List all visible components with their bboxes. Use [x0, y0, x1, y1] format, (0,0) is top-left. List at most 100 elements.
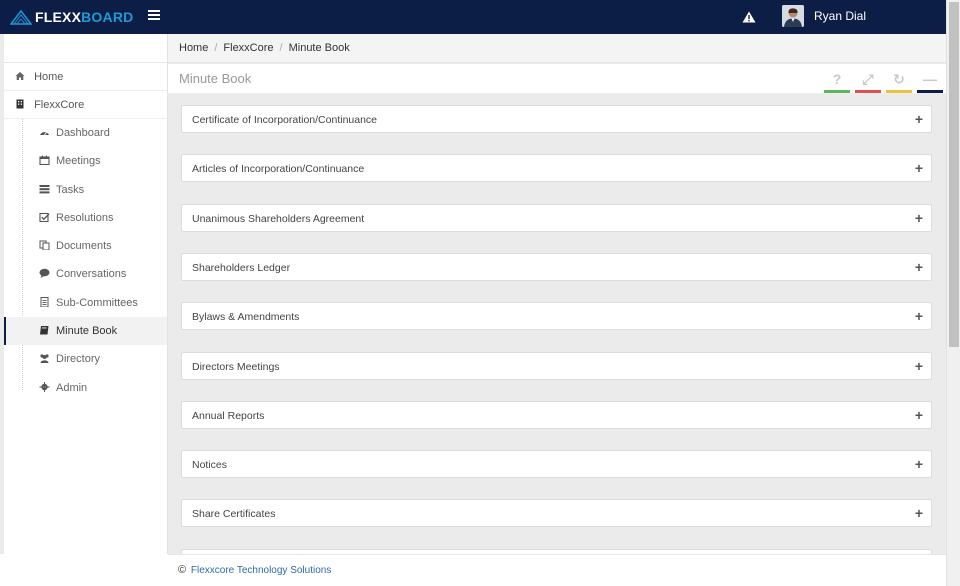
users-icon — [40, 354, 49, 364]
footer-sidebar-area — [0, 554, 168, 586]
section-title: Notices — [192, 459, 228, 472]
check-square-icon — [39, 212, 50, 222]
help-icon[interactable]: ? — [824, 69, 850, 93]
copyright: © Flexxcore Technology Solutions — [178, 564, 331, 576]
sidebar-item-conversations[interactable]: Conversations — [4, 260, 167, 288]
expand-plus-icon[interactable]: + — [915, 111, 923, 127]
sidebar-item-sub-committees[interactable]: Sub-Committees — [4, 289, 167, 317]
sidebar-item-minute-book[interactable]: Minute Book — [4, 317, 167, 346]
logo-text-part2: BOARD — [81, 9, 134, 25]
logo-mark-icon — [10, 9, 32, 25]
breadcrumb-bar: Home / FlexxCore / Minute Book — [168, 34, 946, 63]
sidebar-item-label: FlexxCore — [34, 99, 85, 111]
expand-plus-icon[interactable]: + — [915, 210, 923, 226]
sidebar-item-flexxcore[interactable]: FlexxCore — [4, 91, 167, 119]
collapse-icon-glyph: — — [923, 71, 937, 87]
sidebar-item-label: Directory — [56, 353, 101, 366]
sidebar-item-meetings[interactable]: Meetings — [4, 147, 167, 175]
breadcrumb-flexxcore[interactable]: FlexxCore — [223, 42, 273, 54]
gear-icon — [39, 381, 50, 392]
minute-book-sections: Certificate of Incorporation/Continuance… — [168, 95, 946, 554]
copyright-link[interactable]: Flexxcore Technology Solutions — [191, 565, 331, 576]
copyright-symbol: © — [178, 564, 187, 576]
sidebar-item-label: Resolutions — [56, 211, 114, 224]
building-icon — [16, 99, 24, 109]
menu-toggle-icon[interactable] — [148, 10, 160, 20]
sidebar-item-label: Conversations — [56, 268, 127, 281]
accordion-section[interactable]: Certificate of Incorporation/Continuance… — [181, 105, 932, 133]
section-title: Annual Reports — [192, 409, 265, 422]
section-title: Shareholders Ledger — [192, 261, 291, 274]
expand-plus-icon[interactable]: + — [915, 456, 923, 472]
accordion-section[interactable]: Shareholders Ledger + — [181, 252, 932, 281]
refresh-icon-glyph: ↻ — [893, 71, 905, 87]
sidebar-item-dashboard[interactable]: Dashboard — [4, 119, 167, 147]
accordion-section[interactable]: Unanimous Shareholders Agreement + — [181, 203, 932, 232]
sidebar-item-label: Dashboard — [56, 127, 110, 139]
dashboard-icon — [40, 131, 49, 136]
sidebar-item-tasks[interactable]: Tasks — [4, 176, 167, 204]
file-icon — [40, 296, 49, 307]
footer: © Flexxcore Technology Solutions — [168, 554, 946, 586]
expand-icon[interactable]: ⤢ — [855, 69, 881, 93]
tool-color-bar — [917, 90, 943, 93]
accordion-section[interactable]: Annual Reports + — [181, 400, 932, 429]
expand-plus-icon[interactable]: + — [915, 407, 923, 423]
documents-icon — [39, 240, 50, 251]
accordion-section[interactable]: Share Certificates + — [181, 499, 932, 528]
accordion-section[interactable]: Bylaws & Amendments + — [181, 302, 932, 331]
tool-color-bar — [855, 90, 881, 93]
comment-icon — [39, 269, 50, 279]
user-avatar[interactable] — [782, 5, 804, 27]
avatar-image — [782, 5, 804, 27]
section-title: Share Certificates — [192, 508, 276, 521]
expand-plus-icon[interactable]: + — [915, 308, 923, 324]
breadcrumb: Home / FlexxCore / Minute Book — [179, 42, 350, 54]
section-title: Certificate of Incorporation/Continuance — [192, 114, 378, 126]
sidebar-item-label: Home — [34, 71, 64, 83]
section-title: Unanimous Shareholders Agreement — [192, 212, 365, 225]
section-title: Bylaws & Amendments — [192, 311, 300, 324]
alert-icon[interactable] — [742, 11, 756, 23]
book-icon — [40, 326, 49, 335]
sidebar-item-label: Sub-Committees — [56, 296, 138, 309]
tasks-icon — [39, 184, 50, 193]
flexxboard-logo[interactable]: FLEXXBOARD — [10, 7, 133, 27]
sidebar-item-directory[interactable]: Directory — [4, 345, 167, 373]
sidebar-submenu: Dashboard Meetings Tasks Resolutions Documen… — [4, 119, 167, 402]
sidebar-item-admin[interactable]: Admin — [4, 374, 167, 402]
home-icon — [15, 72, 25, 80]
sidebar-item-documents[interactable]: Documents — [4, 232, 167, 260]
tool-color-bar — [886, 90, 912, 93]
sidebar-item-label: Minute Book — [56, 325, 118, 338]
sidebar-item-label: Admin — [56, 381, 88, 394]
help-icon-glyph: ? — [832, 71, 842, 87]
panel-header: Minute Book ? ⤢ ↻ — — [168, 64, 946, 94]
user-name[interactable]: Ryan Dial — [814, 9, 866, 23]
section-title: Directors Meetings — [192, 360, 280, 373]
expand-plus-icon[interactable]: + — [915, 160, 923, 176]
breadcrumb-home[interactable]: Home — [179, 42, 208, 54]
sidebar-item-label: Meetings — [56, 155, 101, 168]
tool-color-bar — [824, 90, 850, 93]
vertical-scrollbar[interactable] — [946, 0, 960, 586]
accordion-section[interactable]: Articles of Incorporation/Continuance + — [181, 154, 932, 183]
collapse-icon[interactable]: — — [917, 69, 943, 93]
sidebar-item-resolutions[interactable]: Resolutions — [4, 204, 167, 232]
accordion-section[interactable]: Notices + — [181, 450, 932, 479]
breadcrumb-current: Minute Book — [288, 42, 350, 54]
sidebar-item-home[interactable]: Home — [4, 63, 167, 91]
refresh-icon[interactable]: ↻ — [886, 69, 912, 93]
accordion-section[interactable]: Directors Meetings + — [181, 351, 932, 380]
sidebar-item-label: Documents — [56, 240, 112, 253]
expand-icon-glyph: ⤢ — [862, 71, 874, 87]
section-title: Articles of Incorporation/Continuance — [192, 163, 365, 176]
sidebar: Home FlexxCore Dashboard Meetings Tasks Res… — [4, 34, 168, 554]
expand-plus-icon[interactable]: + — [915, 505, 923, 521]
sidebar-header — [4, 34, 167, 63]
expand-plus-icon[interactable]: + — [915, 358, 923, 374]
breadcrumb-separator: / — [279, 42, 283, 54]
expand-plus-icon[interactable]: + — [915, 259, 923, 275]
calendar-icon — [39, 155, 50, 166]
scrollbar-thumb[interactable] — [949, 2, 959, 347]
